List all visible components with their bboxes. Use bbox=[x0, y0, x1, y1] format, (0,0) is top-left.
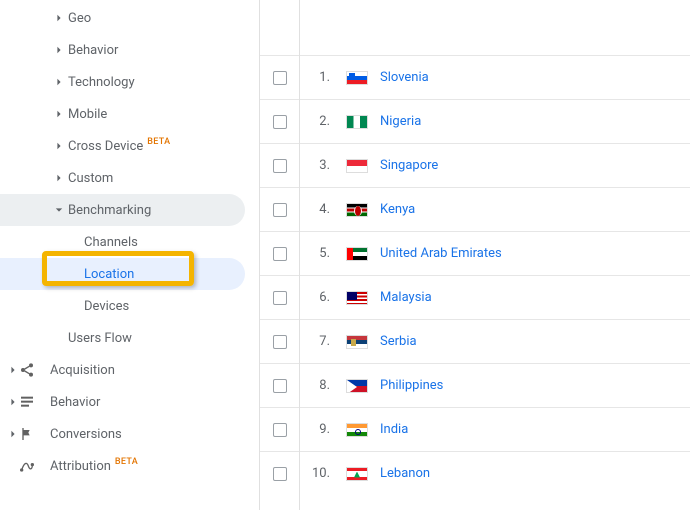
flag-icon bbox=[346, 115, 368, 129]
flag-icon bbox=[346, 159, 368, 173]
beta-badge: BETA bbox=[147, 137, 170, 147]
country-link[interactable]: Malaysia bbox=[380, 290, 432, 305]
flag-icon bbox=[346, 467, 368, 481]
sidebar-item-mobile[interactable]: Mobile bbox=[0, 98, 259, 130]
table-row: 3. Singapore bbox=[260, 143, 690, 187]
sidebar-item-geo[interactable]: Geo bbox=[0, 2, 259, 34]
country-link[interactable]: Lebanon bbox=[380, 466, 430, 481]
country-link[interactable]: Philippines bbox=[380, 378, 443, 393]
checkbox-column-border bbox=[260, 0, 300, 510]
caret-down-icon bbox=[54, 206, 64, 214]
row-rank: 4. bbox=[300, 202, 336, 217]
sidebar-item-devices[interactable]: Devices bbox=[0, 290, 259, 322]
row-rank: 9. bbox=[300, 422, 336, 437]
sidebar-item-label: Location bbox=[84, 267, 134, 282]
row-rank: 10. bbox=[300, 466, 336, 481]
sidebar-section-behavior[interactable]: Behavior bbox=[0, 386, 259, 418]
country-link[interactable]: Singapore bbox=[380, 158, 438, 173]
table-row: 6. Malaysia bbox=[260, 275, 690, 319]
sidebar-section-conversions[interactable]: Conversions bbox=[0, 418, 259, 450]
sidebar-item-cross-device[interactable]: Cross Device BETA bbox=[0, 130, 259, 162]
sidebar-item-location[interactable]: Location bbox=[0, 258, 245, 290]
flag-icon bbox=[346, 335, 368, 349]
caret-right-icon bbox=[54, 110, 64, 118]
sidebar-item-technology[interactable]: Technology bbox=[0, 66, 259, 98]
sidebar-item-label: Custom bbox=[68, 171, 113, 186]
sidebar-item-behavior[interactable]: Behavior bbox=[0, 34, 259, 66]
report-table: 1. Slovenia 2. Nigeria 3. Singapore 4. Kenya 5. U… bbox=[260, 0, 690, 510]
flag-icon bbox=[346, 71, 368, 85]
sidebar-section-label: Conversions bbox=[50, 427, 122, 442]
table-row: 10. Lebanon bbox=[260, 451, 690, 495]
country-link[interactable]: India bbox=[380, 422, 408, 437]
sidebar-item-channels[interactable]: Channels bbox=[0, 226, 259, 258]
row-rank: 1. bbox=[300, 70, 336, 85]
flag-icon bbox=[346, 423, 368, 437]
sidebar-item-label: Mobile bbox=[68, 107, 107, 122]
caret-right-icon bbox=[54, 46, 64, 54]
sidebar-item-label: Benchmarking bbox=[68, 203, 151, 218]
beta-badge: BETA bbox=[115, 457, 138, 467]
table-row: 5. United Arab Emirates bbox=[260, 231, 690, 275]
country-link[interactable]: United Arab Emirates bbox=[380, 246, 502, 261]
table-row: 2. Nigeria bbox=[260, 99, 690, 143]
sidebar-section-label: Behavior bbox=[50, 395, 100, 410]
flag-icon bbox=[346, 379, 368, 393]
caret-right-icon bbox=[54, 14, 64, 22]
country-link[interactable]: Slovenia bbox=[380, 70, 429, 85]
table-row: 8. Philippines bbox=[260, 363, 690, 407]
country-link[interactable]: Serbia bbox=[380, 334, 417, 349]
table-row: 1. Slovenia bbox=[260, 55, 690, 99]
sidebar-item-label: Channels bbox=[84, 235, 138, 250]
sidebar-section-label: Acquisition bbox=[50, 363, 115, 378]
row-rank: 6. bbox=[300, 290, 336, 305]
sidebar-item-users-flow[interactable]: Users Flow bbox=[0, 322, 259, 354]
sidebar-item-label: Geo bbox=[68, 11, 91, 26]
row-rank: 5. bbox=[300, 246, 336, 261]
country-link[interactable]: Nigeria bbox=[380, 114, 421, 129]
flag-icon bbox=[346, 203, 368, 217]
caret-right-icon bbox=[54, 174, 64, 182]
table-row: 9. India bbox=[260, 407, 690, 451]
sidebar-item-label: Users Flow bbox=[68, 331, 132, 346]
sidebar-item-benchmarking[interactable]: Benchmarking bbox=[0, 194, 245, 226]
table-row: 4. Kenya bbox=[260, 187, 690, 231]
flag-icon bbox=[346, 247, 368, 261]
sidebar-section-label: Attribution bbox=[50, 459, 111, 474]
table-row: 7. Serbia bbox=[260, 319, 690, 363]
flag-icon bbox=[18, 426, 36, 442]
sidebar-item-label: Technology bbox=[68, 75, 135, 90]
sidebar-item-custom[interactable]: Custom bbox=[0, 162, 259, 194]
caret-right-icon bbox=[54, 78, 64, 86]
attribution-icon bbox=[18, 458, 36, 474]
sidebar-section-attribution[interactable]: Attribution BETA bbox=[0, 450, 259, 482]
row-rank: 2. bbox=[300, 114, 336, 129]
row-rank: 3. bbox=[300, 158, 336, 173]
caret-right-icon bbox=[54, 142, 64, 150]
sidebar-item-label: Cross Device bbox=[68, 139, 143, 154]
sidebar: Geo Behavior Technology Mobile Cross Device B… bbox=[0, 0, 260, 510]
sidebar-item-label: Devices bbox=[84, 299, 129, 314]
row-rank: 7. bbox=[300, 334, 336, 349]
list-icon bbox=[18, 394, 36, 410]
flag-icon bbox=[346, 291, 368, 305]
share-icon bbox=[18, 362, 36, 378]
country-link[interactable]: Kenya bbox=[380, 202, 415, 217]
row-rank: 8. bbox=[300, 378, 336, 393]
sidebar-section-acquisition[interactable]: Acquisition bbox=[0, 354, 259, 386]
sidebar-item-label: Behavior bbox=[68, 43, 118, 58]
